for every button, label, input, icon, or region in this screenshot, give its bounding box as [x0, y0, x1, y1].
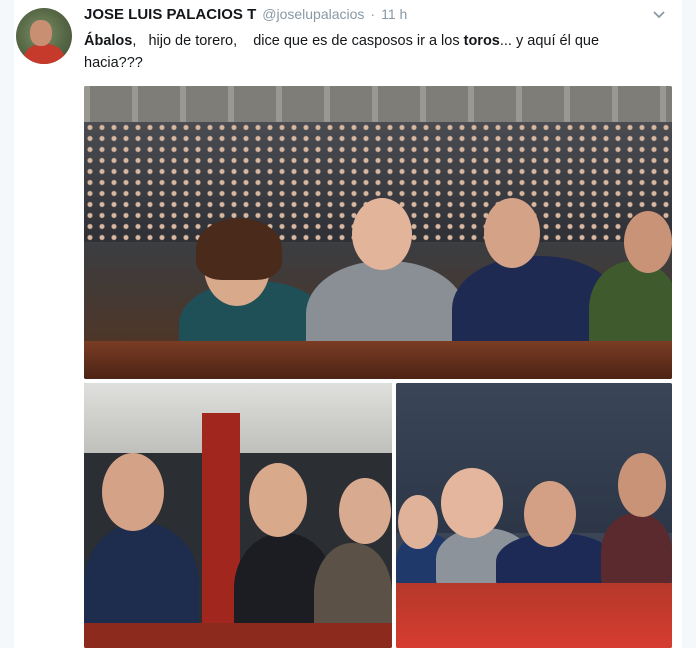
barrier-top	[84, 623, 392, 648]
person-bald-man-head	[352, 198, 412, 270]
tweet-header: JOSE LUIS PALACIOS T @joselupalacios · 1…	[84, 6, 668, 28]
photo-barrier-three-men[interactable]	[84, 383, 392, 648]
person-woman-hair	[196, 218, 282, 280]
person-man-blue-head	[524, 481, 576, 547]
person-woman-head	[398, 495, 438, 549]
person-middle-head	[249, 463, 307, 537]
person-right-head	[624, 211, 672, 273]
person-right-head	[618, 453, 666, 517]
tweet-timestamp[interactable]: 11 h	[381, 6, 407, 22]
person-left-head	[102, 453, 164, 531]
person-bald-man-head	[441, 468, 503, 538]
person-right	[601, 513, 672, 593]
text-bold-toros[interactable]: toros	[464, 33, 500, 49]
meta-separator: ·	[370, 6, 376, 22]
text-middle: , hijo de torero, dice que es de casposo…	[132, 33, 464, 49]
avatar-face	[30, 20, 52, 46]
person-man-blue-head	[484, 198, 540, 268]
author-avatar[interactable]	[16, 8, 72, 64]
author-handle[interactable]: @joselupalacios	[262, 6, 364, 22]
tweet-text: Ábalos, hijo de torero, dice que es de c…	[84, 30, 674, 74]
person-right-head	[339, 478, 391, 544]
photo-stands-four-people[interactable]	[396, 383, 672, 648]
text-bold-name[interactable]: Ábalos	[84, 33, 132, 49]
arena-barrier	[84, 341, 672, 379]
photo-bullring-crowd[interactable]	[84, 86, 672, 379]
avatar-body	[24, 44, 64, 64]
author-name[interactable]: JOSE LUIS PALACIOS T	[84, 6, 256, 23]
chevron-down-icon[interactable]	[652, 8, 666, 22]
arena-roof	[84, 86, 672, 122]
red-wall	[396, 583, 672, 648]
